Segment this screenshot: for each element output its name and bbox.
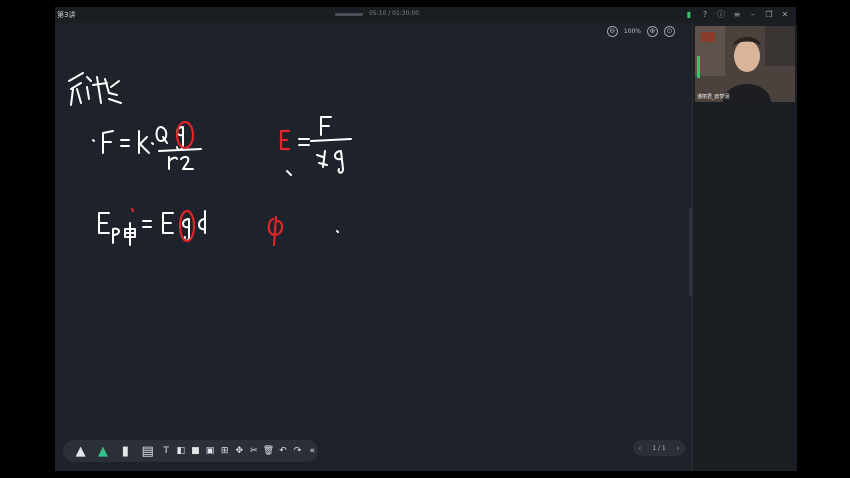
help-icon[interactable]: ? bbox=[700, 9, 710, 20]
red-letter-e bbox=[279, 129, 291, 151]
redo-icon[interactable]: ↷ bbox=[292, 445, 304, 457]
collapse-icon[interactable]: « bbox=[306, 445, 318, 457]
title-bar: 第3讲 05:10 / 01:30:00 ▮ ? ⓘ ≡ – ❐ ✕ bbox=[55, 7, 796, 23]
handwriting-field-def bbox=[286, 116, 352, 176]
handwriting-heading bbox=[68, 72, 122, 106]
playback-progress[interactable] bbox=[335, 13, 363, 16]
video-frame bbox=[695, 26, 795, 102]
window-title: 第3讲 bbox=[57, 11, 76, 19]
next-page-icon[interactable]: › bbox=[677, 445, 679, 452]
sticky-note-icon[interactable]: ▤ bbox=[138, 442, 157, 460]
handwriting-potential-energy bbox=[98, 210, 339, 246]
red-circle-q-2 bbox=[178, 209, 196, 243]
signal-icon: ▮ bbox=[686, 10, 692, 19]
page-indicator: 1 / 1 bbox=[652, 444, 666, 452]
trash-icon[interactable]: 🗑 bbox=[263, 445, 275, 457]
square-icon[interactable]: ■ bbox=[190, 445, 202, 457]
highlighter-icon[interactable]: ▲ bbox=[93, 442, 112, 460]
image-icon[interactable]: ▣ bbox=[204, 445, 216, 457]
undo-icon[interactable]: ↶ bbox=[277, 445, 289, 457]
pen-cone-icon[interactable]: ▲ bbox=[71, 442, 90, 460]
playback-time: 05:10 / 01:30:00 bbox=[369, 10, 420, 17]
page-navigator: ‹ 1 / 1 › bbox=[633, 440, 685, 456]
red-dot bbox=[130, 207, 135, 213]
menu-icon[interactable]: ≡ bbox=[732, 9, 742, 20]
shape-icon[interactable]: ◧ bbox=[175, 445, 187, 457]
window-controls: ▮ ? ⓘ ≡ – ❐ ✕ bbox=[684, 9, 790, 20]
close-icon[interactable]: ✕ bbox=[780, 9, 790, 20]
grid-icon[interactable]: ⊞ bbox=[219, 445, 231, 457]
red-letter-phi bbox=[267, 215, 284, 247]
teacher-video: 潘丽君_欧梦涵 bbox=[695, 26, 795, 102]
side-panel: 潘丽君_欧梦涵 bbox=[692, 23, 797, 471]
video-name-label: 潘丽君_欧梦涵 bbox=[697, 94, 730, 100]
move-icon[interactable]: ✥ bbox=[233, 445, 245, 457]
prev-page-icon[interactable]: ‹ bbox=[639, 445, 641, 452]
app-window: 第3讲 05:10 / 01:30:00 ▮ ? ⓘ ≡ – ❐ ✕ ⊖ 100… bbox=[55, 7, 797, 471]
text-icon[interactable]: T bbox=[160, 445, 172, 457]
whiteboard[interactable]: ⊖ 100% ⊕ ⊙ bbox=[55, 23, 687, 471]
drawing-toolbar: ▲ ▲ ▮ ▤ T ◧ ■ ▣ ⊞ ✥ ✂ 🗑 ↶ ↷ « bbox=[63, 440, 318, 462]
restore-icon[interactable]: ❐ bbox=[764, 9, 774, 20]
minimize-icon[interactable]: – bbox=[748, 9, 758, 20]
handwriting-ink bbox=[68, 72, 352, 247]
info-icon[interactable]: ⓘ bbox=[716, 9, 726, 20]
scissors-icon[interactable]: ✂ bbox=[248, 445, 260, 457]
bucket-icon[interactable]: ▮ bbox=[116, 442, 135, 460]
